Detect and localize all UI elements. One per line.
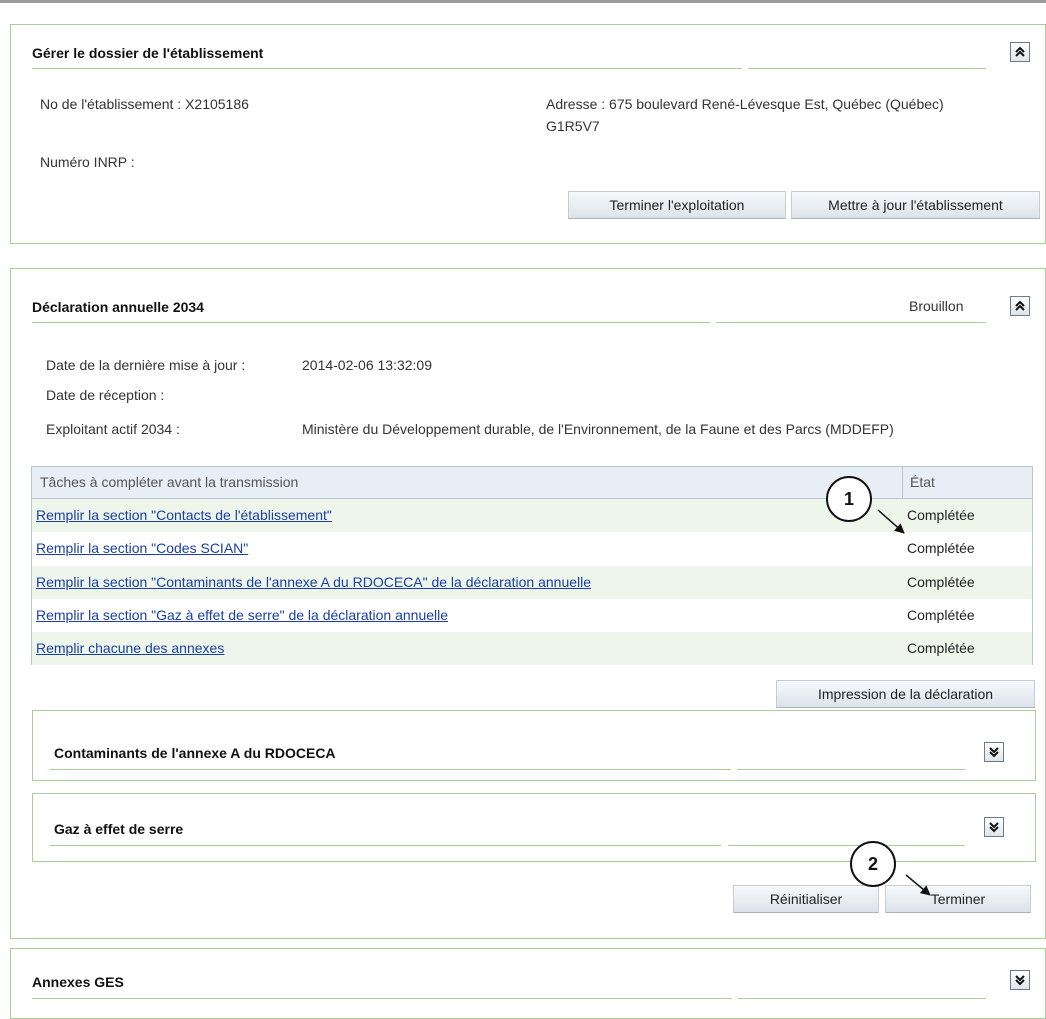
collapse-up-icon <box>1015 300 1025 311</box>
panel-top-border <box>32 793 1036 794</box>
task-link[interactable]: Remplir la section "Contacts de l'établi… <box>36 507 332 523</box>
contaminants-subpanel-title: Contaminants de l'annexe A du RDOCECA <box>54 745 336 761</box>
column-header-task: Tâches à compléter avant la transmission <box>40 474 299 490</box>
finish-button[interactable]: Terminer <box>885 885 1031 913</box>
collapse-up-icon <box>1015 46 1025 57</box>
title-underline-right <box>737 769 965 770</box>
title-underline <box>32 998 732 999</box>
field-value-last-update: 2014-02-06 13:32:09 <box>302 357 432 373</box>
title-underline <box>50 845 721 846</box>
task-link[interactable]: Remplir la section "Gaz à effet de serre… <box>36 607 448 623</box>
title-underline <box>50 769 731 770</box>
declaration-collapse-button[interactable] <box>1010 296 1030 316</box>
table-header: Tâches à compléter avant la transmission… <box>32 467 1032 499</box>
top-divider <box>0 0 1046 3</box>
declaration-panel-title: Déclaration annuelle 2034 <box>32 299 204 315</box>
establishment-number: No de l'établissement : X2105186 <box>40 96 249 112</box>
callout-1-badge: 1 <box>826 476 872 522</box>
task-link[interactable]: Remplir la section "Codes SCIAN" <box>36 540 248 556</box>
expand-down-icon <box>989 822 999 833</box>
task-state: Complétée <box>907 574 975 590</box>
table-row: Remplir chacune des annexes Complétée <box>32 632 1032 665</box>
title-underline <box>32 68 742 69</box>
panel-top-border <box>32 710 1036 711</box>
task-state: Complétée <box>907 540 975 556</box>
field-label-reception-date: Date de réception : <box>46 387 165 403</box>
table-row: Remplir la section "Contaminants de l'an… <box>32 566 1032 599</box>
contaminants-expand-button[interactable] <box>984 742 1004 762</box>
annexes-expand-button[interactable] <box>1010 970 1030 990</box>
callout-2-badge: 2 <box>850 841 896 887</box>
expand-down-icon <box>989 747 999 758</box>
table-row: Remplir la section "Contacts de l'établi… <box>32 499 1032 532</box>
field-value-active-operator: Ministère du Développement durable, de l… <box>302 421 894 437</box>
ges-expand-button[interactable] <box>984 817 1004 837</box>
field-label-last-update: Date de la dernière mise à jour : <box>46 357 246 373</box>
annexes-panel <box>10 948 1046 1019</box>
title-underline-right <box>728 845 965 846</box>
establishment-collapse-button[interactable] <box>1010 42 1030 62</box>
address-line-2: G1R5V7 <box>546 118 600 134</box>
column-separator <box>902 467 903 498</box>
inrp-number: Numéro INRP : <box>40 154 135 170</box>
expand-down-icon <box>1015 975 1025 986</box>
task-state: Complétée <box>907 607 975 623</box>
update-establishment-button[interactable]: Mettre à jour l'établissement <box>791 191 1040 219</box>
task-state: Complétée <box>907 507 975 523</box>
table-row: Remplir la section "Codes SCIAN" Complét… <box>32 532 1032 565</box>
tasks-table: Tâches à compléter avant la transmission… <box>31 466 1033 665</box>
task-state: Complétée <box>907 640 975 656</box>
declaration-status: Brouillon <box>909 298 964 314</box>
title-underline-right <box>738 998 986 999</box>
title-underline <box>32 322 710 323</box>
address-line-1: Adresse : 675 boulevard René-Lévesque Es… <box>546 96 944 112</box>
panel-top-border <box>10 24 1046 25</box>
panel-top-border <box>10 268 1046 269</box>
end-operation-button[interactable]: Terminer l'exploitation <box>568 191 786 219</box>
annexes-panel-title: Annexes GES <box>32 974 124 990</box>
reset-button[interactable]: Réinitialiser <box>733 885 879 913</box>
table-row: Remplir la section "Gaz à effet de serre… <box>32 599 1032 632</box>
column-header-state: État <box>910 474 935 490</box>
establishment-panel-title: Gérer le dossier de l'établissement <box>32 45 264 61</box>
title-underline-right <box>748 68 986 69</box>
task-link[interactable]: Remplir la section "Contaminants de l'an… <box>36 574 591 590</box>
field-label-active-operator: Exploitant actif 2034 : <box>46 421 180 437</box>
print-declaration-button[interactable]: Impression de la déclaration <box>776 680 1035 708</box>
task-link[interactable]: Remplir chacune des annexes <box>36 640 224 656</box>
panel-top-border <box>10 948 1046 949</box>
title-underline-right <box>716 322 986 323</box>
ges-subpanel-title: Gaz à effet de serre <box>54 821 184 837</box>
